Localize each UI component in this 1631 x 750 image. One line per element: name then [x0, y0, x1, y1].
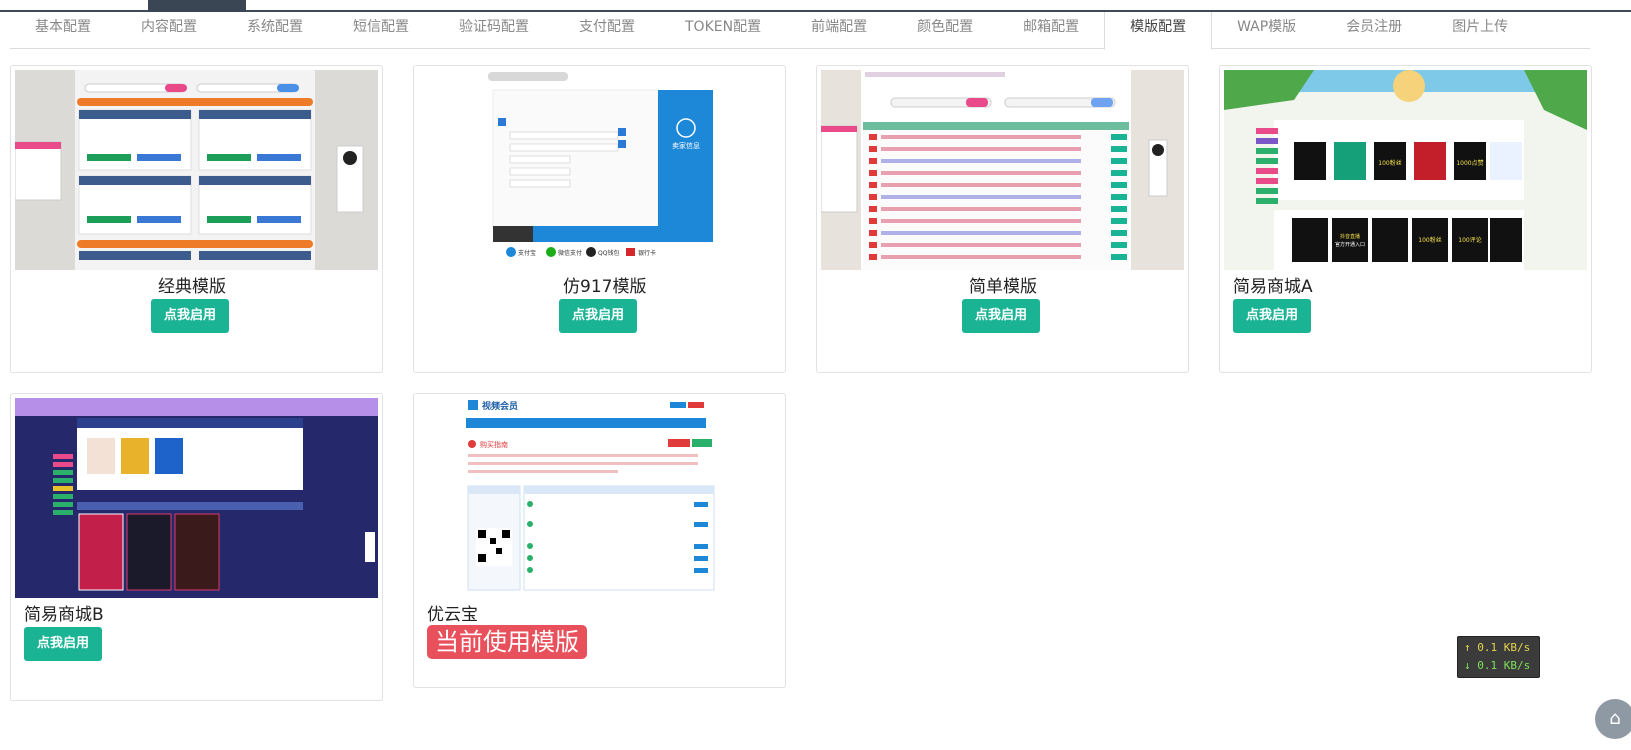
tab-color-config[interactable]: 颜色配置	[892, 12, 998, 49]
qq-wallet-label: QQ钱包	[598, 249, 619, 257]
thumb-live-text: 抖音直播	[1340, 233, 1360, 240]
template-card-classic: 经典模版 点我启用	[10, 65, 383, 373]
tab-content-config[interactable]: 内容配置	[116, 12, 222, 49]
enable-template-button[interactable]: 点我启用	[1233, 299, 1312, 333]
current-template-badge: 当前使用模版	[427, 625, 587, 659]
template-name: 经典模版	[158, 277, 226, 297]
home-icon[interactable]: ⌂	[1595, 699, 1631, 739]
template-preview-simple	[821, 70, 1184, 270]
bank-card-label: 银行卡	[638, 249, 656, 257]
seller-info-text: 卖家信息	[672, 141, 700, 150]
thumb-guide-text: 购买指南	[480, 440, 508, 449]
template-card-mall-a: 100粉丝 1000点赞 抖音直播 官方开通入口 100粉丝 100评论 简易商…	[1219, 65, 1592, 373]
template-card-simple: 简单模版 点我启用	[816, 65, 1189, 373]
template-preview-917: 卖家信息 支付宝 微信支付 QQ钱包 银行卡	[418, 70, 781, 270]
tab-member-register[interactable]: 会员注册	[1321, 12, 1427, 49]
wechat-pay-label: 微信支付	[558, 249, 582, 257]
tab-captcha-config[interactable]: 验证码配置	[434, 12, 554, 49]
download-speed: ↓ 0.1 KB/s	[1464, 659, 1531, 672]
tab-basic-config[interactable]: 基本配置	[10, 12, 116, 49]
template-preview-mall-b	[15, 398, 378, 598]
thumb-entry-text: 官方开通入口	[1335, 241, 1365, 248]
tab-sms-config[interactable]: 短信配置	[328, 12, 434, 49]
thumb-fans2-text: 100粉丝	[1418, 236, 1441, 244]
config-tabs: 基本配置 内容配置 系统配置 短信配置 验证码配置 支付配置 TOKEN配置 前…	[10, 12, 1590, 50]
tab-template-config[interactable]: 模版配置	[1104, 12, 1213, 50]
tab-email-config[interactable]: 邮箱配置	[998, 12, 1104, 49]
template-preview-classic	[15, 70, 378, 270]
thumb-fans-text: 100粉丝	[1378, 159, 1401, 167]
upload-speed: ↑ 0.1 KB/s	[1464, 641, 1531, 654]
thumb-logo-text: 视频会员	[482, 400, 518, 412]
tab-frontend-config[interactable]: 前端配置	[786, 12, 892, 49]
thumb-comments-text: 100评论	[1458, 236, 1481, 244]
enable-template-button[interactable]: 点我启用	[962, 299, 1041, 333]
template-name: 仿917模版	[563, 277, 647, 297]
template-name: 简易商城B	[24, 605, 104, 625]
template-card-youyunbao: 视频会员 购买指南 优云宝 当前使用模版	[413, 393, 786, 688]
alipay-label: 支付宝	[518, 249, 536, 257]
template-preview-youyunbao: 视频会员 购买指南	[418, 398, 781, 598]
thumb-likes-text: 1000点赞	[1456, 159, 1483, 167]
template-name: 简单模版	[969, 277, 1037, 297]
top-bar	[0, 0, 1631, 12]
enable-template-button[interactable]: 点我启用	[24, 627, 103, 661]
tab-token-config[interactable]: TOKEN配置	[660, 12, 786, 49]
template-card-mall-b: 简易商城B 点我启用	[10, 393, 383, 701]
enable-template-button[interactable]: 点我启用	[559, 299, 638, 333]
network-speed-widget: ↑ 0.1 KB/s ↓ 0.1 KB/s	[1457, 636, 1540, 678]
template-name: 简易商城A	[1233, 277, 1313, 297]
tab-wap-template[interactable]: WAP模版	[1212, 12, 1321, 49]
tab-system-config[interactable]: 系统配置	[222, 12, 328, 49]
template-card-917: 卖家信息 支付宝 微信支付 QQ钱包 银行卡 仿917模版 点我启用	[413, 65, 786, 373]
enable-template-button[interactable]: 点我启用	[151, 299, 230, 333]
template-preview-mall-a: 100粉丝 1000点赞 抖音直播 官方开通入口 100粉丝 100评论	[1224, 70, 1587, 270]
tab-payment-config[interactable]: 支付配置	[554, 12, 660, 49]
top-bar-active-segment	[148, 0, 246, 12]
tab-image-upload[interactable]: 图片上传	[1427, 12, 1533, 49]
template-name: 优云宝	[427, 605, 478, 625]
